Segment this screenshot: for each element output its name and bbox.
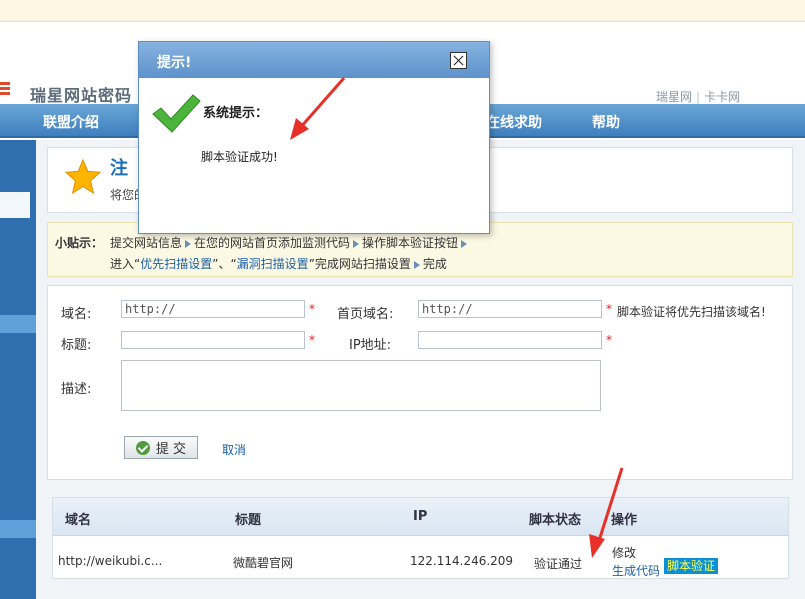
cancel-link[interactable]: 取消 [222, 441, 246, 458]
domain-label: 域名: [61, 307, 92, 322]
row-domain: http://weikubi.c... [58, 554, 163, 568]
ip-input[interactable] [418, 331, 602, 349]
nav-item-help[interactable]: 帮助 [592, 112, 620, 132]
table-header: 域名 标题 IP 脚本状态 操作 [53, 498, 788, 536]
nav-item-about[interactable]: 联盟介绍 [43, 112, 99, 132]
sidebar-item-active[interactable] [0, 192, 30, 218]
tip-link-vuln-scan[interactable]: 漏洞扫描设置 [237, 257, 309, 271]
logo-icon [0, 82, 10, 100]
dialog-heading: 系统提示： [203, 106, 269, 121]
script-verify-button[interactable]: 脚本验证 [664, 558, 719, 574]
tip-step: 完成 [422, 257, 447, 271]
row-title: 微酷碧官网 [233, 556, 294, 570]
required-mark: * [309, 333, 315, 347]
tip-text: ”、“ [212, 257, 237, 271]
ip-label: IP地址: [349, 338, 392, 353]
top-notice-bar [0, 0, 805, 22]
checkmark-icon [152, 94, 201, 133]
arrow-right-icon [461, 240, 468, 248]
tip-link-priority-scan[interactable]: 优先扫描设置 [140, 257, 212, 271]
sidebar-band [0, 520, 36, 538]
dialog-title: 提示! [157, 55, 192, 71]
tip-text: 进入“ [110, 257, 141, 271]
site-form: 域名: * 首页域名: * 脚本验证将优先扫描该域名! 标题: * IP地址: … [47, 285, 793, 480]
star-icon [64, 158, 102, 195]
header-links: 瑞星网 | 卡卡网 [656, 88, 740, 105]
row-ip: 122.114.246.209 [410, 554, 514, 568]
sidebar [0, 140, 36, 599]
required-mark: * [309, 302, 315, 316]
description-textarea[interactable] [121, 360, 601, 411]
arrow-right-icon [413, 261, 420, 269]
required-mark: * [606, 333, 612, 347]
header-link-separator: | [696, 90, 701, 104]
tip-step: 提交网站信息 [110, 236, 183, 250]
tips-line-1: 提交网站信息 在您的网站首页添加监测代码 操作脚本验证按钮 [110, 234, 470, 251]
homepage-domain-label: 首页域名: [337, 307, 394, 322]
alert-dialog: 提示! 系统提示： 脚本验证成功! [138, 41, 490, 234]
required-mark: * [606, 302, 612, 316]
submit-button[interactable]: 提 交 [124, 436, 198, 459]
edit-link[interactable]: 修改 [612, 544, 636, 561]
column-header-domain: 域名 [65, 513, 92, 528]
site-title: 瑞星网站密码 [30, 86, 133, 105]
tips-line-2: 进入“优先扫描设置”、“漏洞扫描设置”完成网站扫描设置 完成 [110, 255, 447, 272]
row-status: 验证通过 [534, 557, 583, 571]
tip-text: ”完成网站扫描设置 [308, 257, 411, 271]
column-header-ip: IP [413, 509, 428, 524]
generate-code-link[interactable]: 生成代码 [612, 562, 660, 579]
title-label: 标题: [61, 338, 92, 353]
description-label: 描述: [61, 382, 92, 397]
close-icon[interactable] [450, 52, 467, 69]
submit-label: 提 交 [155, 442, 187, 457]
column-header-title: 标题 [235, 513, 262, 528]
dialog-header: 提示! [139, 42, 489, 78]
sites-table: 域名 标题 IP 脚本状态 操作 http://weikubi.c... 微酷碧… [52, 497, 789, 579]
homepage-domain-input[interactable] [418, 300, 602, 318]
column-header-script-status: 脚本状态 [529, 513, 582, 528]
tip-step: 在您的网站首页添加监测代码 [194, 236, 351, 250]
register-title: 注 [110, 158, 128, 179]
sidebar-band [0, 315, 36, 333]
column-header-action: 操作 [611, 513, 638, 528]
dialog-message: 脚本验证成功! [201, 150, 278, 164]
check-circle-icon [135, 440, 150, 455]
arrow-right-icon [353, 240, 360, 248]
domain-input[interactable] [121, 300, 305, 318]
tips-label: 小贴示： [55, 236, 104, 250]
arrow-right-icon [185, 240, 192, 248]
title-input[interactable] [121, 331, 305, 349]
header-link-kaka[interactable]: 卡卡网 [704, 90, 740, 104]
header-link-rising[interactable]: 瑞星网 [656, 90, 692, 104]
nav-item-online-help[interactable]: 在线求助 [486, 112, 542, 132]
tip-step: 操作脚本验证按钮 [362, 236, 459, 250]
homepage-note: 脚本验证将优先扫描该域名! [617, 305, 766, 319]
